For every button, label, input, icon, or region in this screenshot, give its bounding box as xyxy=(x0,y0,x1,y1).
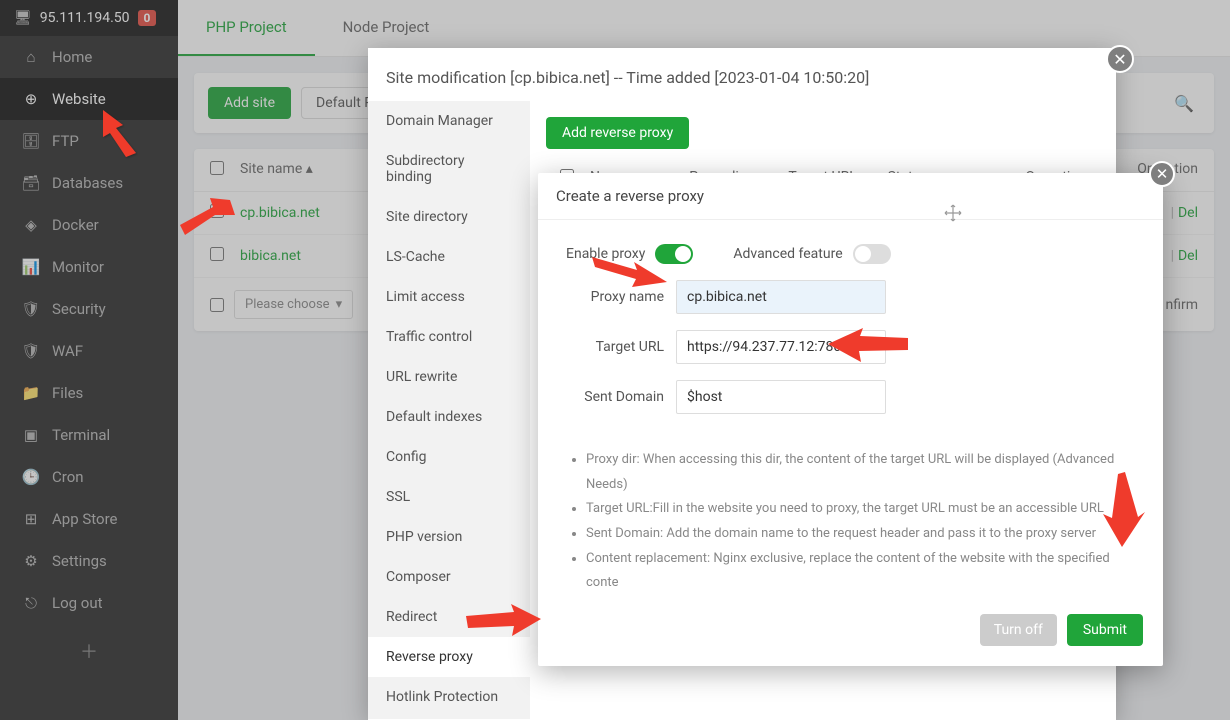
modal2-title: Create a reverse proxy xyxy=(538,173,1163,220)
nav-reverse-proxy[interactable]: Reverse proxy xyxy=(368,637,530,677)
nav-ssl[interactable]: SSL xyxy=(368,477,530,517)
note-item: Content replacement: Nginx exclusive, re… xyxy=(586,547,1135,596)
target-url-input[interactable] xyxy=(676,330,886,364)
modal2-footer: Turn off Submit xyxy=(538,614,1163,666)
sent-domain-input[interactable] xyxy=(676,380,886,414)
close-icon[interactable]: ✕ xyxy=(1106,45,1134,73)
advanced-toggle[interactable] xyxy=(853,244,891,264)
turn-off-button[interactable]: Turn off xyxy=(980,614,1057,646)
nav-traffic-control[interactable]: Traffic control xyxy=(368,317,530,357)
modal-title: Site modification [cp.bibica.net] -- Tim… xyxy=(368,48,1116,101)
nav-config[interactable]: Config xyxy=(368,437,530,477)
nav-domain-manager[interactable]: Domain Manager xyxy=(368,101,530,141)
nav-redirect[interactable]: Redirect xyxy=(368,597,530,637)
modal-side-nav: Domain Manager Subdirectory binding Site… xyxy=(368,101,530,719)
sent-domain-label: Sent Domain xyxy=(566,389,676,405)
nav-subdir-binding[interactable]: Subdirectory binding xyxy=(368,141,530,197)
nav-site-directory[interactable]: Site directory xyxy=(368,197,530,237)
target-url-label: Target URL xyxy=(566,339,676,355)
note-item: Target URL:Fill in the website you need … xyxy=(586,497,1135,522)
help-notes: Proxy dir: When accessing this dir, the … xyxy=(538,444,1163,614)
nav-limit-access[interactable]: Limit access xyxy=(368,277,530,317)
note-item: Proxy dir: When accessing this dir, the … xyxy=(586,448,1135,497)
nav-default-indexes[interactable]: Default indexes xyxy=(368,397,530,437)
nav-hotlink[interactable]: Hotlink Protection xyxy=(368,677,530,717)
nav-ls-cache[interactable]: LS-Cache xyxy=(368,237,530,277)
nav-response-log[interactable]: Response log xyxy=(368,717,530,719)
enable-proxy-label: Enable proxy xyxy=(566,246,645,262)
nav-composer[interactable]: Composer xyxy=(368,557,530,597)
create-reverse-proxy-modal: ✕ Create a reverse proxy Enable proxy Ad… xyxy=(538,173,1163,666)
submit-button[interactable]: Submit xyxy=(1067,614,1143,646)
nav-url-rewrite[interactable]: URL rewrite xyxy=(368,357,530,397)
proxy-name-input[interactable] xyxy=(676,280,886,314)
add-reverse-proxy-button[interactable]: Add reverse proxy xyxy=(546,117,689,149)
modal2-form: Enable proxy Advanced feature Proxy name… xyxy=(538,220,1163,444)
close-icon[interactable]: ✕ xyxy=(1149,161,1175,187)
drag-icon[interactable] xyxy=(943,203,963,227)
nav-php-version[interactable]: PHP version xyxy=(368,517,530,557)
enable-proxy-toggle[interactable] xyxy=(655,244,693,264)
note-item: Sent Domain: Add the domain name to the … xyxy=(586,522,1135,547)
proxy-name-label: Proxy name xyxy=(566,289,676,305)
advanced-label: Advanced feature xyxy=(733,246,842,262)
